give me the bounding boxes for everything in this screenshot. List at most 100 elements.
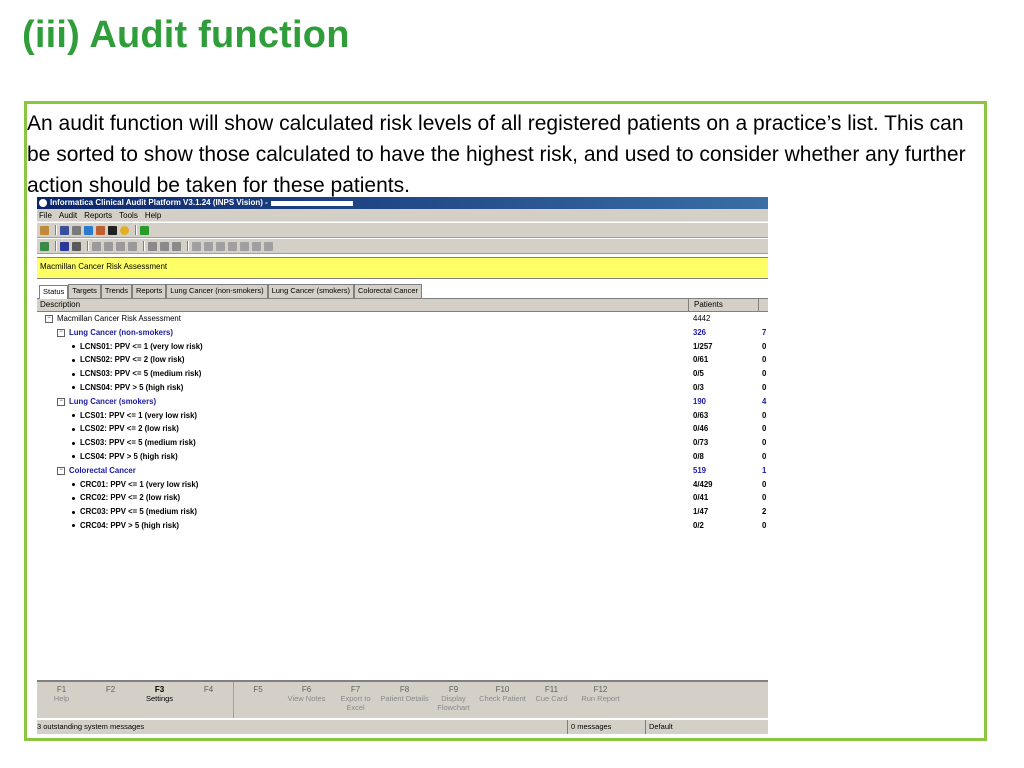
settings-icon[interactable] (120, 225, 129, 235)
tool-icon-12[interactable] (240, 241, 249, 251)
function-key-f9[interactable]: F9 Display Flowchart (429, 682, 478, 718)
system-messages-status[interactable]: 3 outstanding system messages (37, 720, 144, 734)
toolbar-separator (55, 241, 57, 251)
function-key-f1[interactable]: F1 Help (37, 682, 86, 718)
back-arrow-icon[interactable] (60, 241, 69, 251)
function-key-f7[interactable]: F7 Export to Excel (331, 682, 380, 718)
column-description[interactable]: Description (37, 299, 689, 311)
function-key-f2[interactable]: F2 (86, 682, 135, 718)
macmillan-icon[interactable] (140, 225, 149, 235)
tree-row[interactable]: LCS01: PPV <= 1 (very low risk) 0/63 0 (37, 409, 768, 423)
tree-row[interactable]: − Colorectal Cancer 519 1 (37, 464, 768, 478)
tool-icon-7[interactable] (172, 241, 181, 251)
tab-status[interactable]: Status (39, 285, 69, 299)
function-key-f8[interactable]: F8 Patient Details (380, 682, 429, 718)
chart-icon[interactable] (40, 241, 49, 251)
info-icon[interactable] (108, 225, 117, 235)
tree-row[interactable]: LCNS02: PPV <= 2 (low risk) 0/61 0 (37, 353, 768, 367)
function-key-f12[interactable]: F12 Run Report (576, 682, 625, 718)
tab-targets[interactable]: Targets (68, 284, 101, 298)
tree-row[interactable]: − Macmillan Cancer Risk Assessment 4442 (37, 312, 768, 326)
collapse-icon[interactable]: − (57, 328, 65, 337)
function-key-name: F10 (495, 685, 510, 694)
menu-tools[interactable]: Tools (119, 211, 138, 220)
tool-icon-2[interactable] (104, 241, 113, 251)
tab-lung-cancer-non-smokers[interactable]: Lung Cancer (non-smokers) (166, 284, 268, 298)
bullet-icon (72, 386, 75, 390)
tool-icon-3[interactable] (116, 241, 125, 251)
tool-icon-14[interactable] (264, 241, 273, 251)
tree-row[interactable]: CRC01: PPV <= 1 (very low risk) 4/429 0 (37, 478, 768, 492)
tree-row[interactable]: LCNS03: PPV <= 5 (medium risk) 0/5 0 (37, 367, 768, 381)
function-key-label: Help (53, 694, 70, 703)
tree-row[interactable]: LCS04: PPV > 5 (high risk) 0/8 0 (37, 450, 768, 464)
tool-icon-8[interactable] (192, 241, 201, 251)
messages-status[interactable]: 0 messages (567, 720, 631, 734)
print-icon[interactable] (60, 225, 69, 235)
tree-row[interactable]: LCNS04: PPV > 5 (high risk) 0/3 0 (37, 381, 768, 395)
tree-row[interactable]: CRC03: PPV <= 5 (medium risk) 1/47 2 (37, 505, 768, 519)
tree-row[interactable]: CRC02: PPV <= 2 (low risk) 0/41 0 (37, 491, 768, 505)
function-key-f10[interactable]: F10 Check Patient (478, 682, 527, 718)
tree-row[interactable]: LCS02: PPV <= 2 (low risk) 0/46 0 (37, 422, 768, 436)
tool-icon-11[interactable] (228, 241, 237, 251)
tree-row[interactable]: CRC04: PPV > 5 (high risk) 0/2 0 (37, 519, 768, 533)
extra-cell: 0 (762, 479, 767, 489)
tool-icon-1[interactable] (92, 241, 101, 251)
tab-colorectal-cancer[interactable]: Colorectal Cancer (353, 284, 422, 298)
function-key-f5[interactable]: F5 (233, 682, 282, 718)
collapse-icon[interactable]: − (45, 314, 53, 323)
function-key-f11[interactable]: F11 Cue Card (527, 682, 576, 718)
function-key-f3[interactable]: F3 Settings (135, 682, 184, 718)
collapse-icon[interactable]: − (57, 397, 65, 406)
function-key-name: F8 (399, 685, 410, 694)
tab-strip: Status Targets Trends Reports Lung Cance… (37, 284, 768, 299)
tool-icon-9[interactable] (204, 241, 213, 251)
tree-row[interactable]: − Lung Cancer (non-smokers) 326 7 (37, 326, 768, 340)
menu-help[interactable]: Help (145, 211, 161, 220)
menu-file[interactable]: File (39, 211, 52, 220)
function-key-label: Settings (145, 694, 174, 703)
menu-reports[interactable]: Reports (84, 211, 112, 220)
report-name-bar: Macmillan Cancer Risk Assessment (37, 257, 768, 279)
tool-icon-4[interactable] (128, 241, 137, 251)
tree-row-description: CRC02: PPV <= 2 (low risk) (72, 491, 180, 505)
patients-cell: 1/257 (693, 341, 713, 351)
tab-lung-cancer-smokers[interactable]: Lung Cancer (smokers) (267, 284, 354, 298)
tree-row[interactable]: LCS03: PPV <= 5 (medium risk) 0/73 0 (37, 436, 768, 450)
preview-icon[interactable] (72, 225, 81, 235)
function-key-f6[interactable]: F6 View Notes (282, 682, 331, 718)
toolbar-secondary (37, 238, 768, 254)
tree-row-description: CRC01: PPV <= 1 (very low risk) (72, 478, 198, 492)
bullet-icon (72, 455, 75, 459)
tool-icon-10[interactable] (216, 241, 225, 251)
tree-row-description: LCS01: PPV <= 1 (very low risk) (72, 409, 197, 423)
tree-row[interactable]: LCNS01: PPV <= 1 (very low risk) 1/257 0 (37, 340, 768, 354)
tree-row[interactable]: − Lung Cancer (smokers) 190 4 (37, 395, 768, 409)
tab-trends[interactable]: Trends (100, 284, 132, 298)
tree-row-label: CRC02: PPV <= 2 (low risk) (80, 493, 181, 503)
tool-icon-6[interactable] (160, 241, 169, 251)
function-key-label: Check Patient (479, 694, 526, 703)
tree-row-description: LCS02: PPV <= 2 (low risk) (72, 422, 179, 436)
tool-icon-13[interactable] (252, 241, 261, 251)
function-key-name: F1 (56, 685, 67, 694)
toolbar-primary (37, 222, 768, 238)
patients-cell: 4/429 (693, 479, 713, 489)
column-patients[interactable]: Patients (689, 299, 759, 311)
grid-icon[interactable] (40, 225, 49, 235)
function-key-label: Run Report (581, 694, 620, 703)
forward-arrow-icon[interactable] (72, 241, 81, 251)
tree-row-description: CRC03: PPV <= 5 (medium risk) (72, 505, 197, 519)
extra-cell: 0 (762, 520, 767, 530)
menu-audit[interactable]: Audit (59, 211, 77, 220)
collapse-icon[interactable]: − (57, 466, 65, 475)
tool-icon-5[interactable] (148, 241, 157, 251)
tab-reports[interactable]: Reports (131, 284, 167, 298)
save-icon[interactable] (96, 225, 105, 235)
patients-cell: 4442 (693, 314, 711, 323)
slide-title: (iii) Audit function (22, 14, 350, 56)
function-key-f4[interactable]: F4 (184, 682, 233, 718)
window-titlebar: Informatica Clinical Audit Platform V3.1… (37, 197, 768, 209)
refresh-icon[interactable] (84, 225, 93, 235)
